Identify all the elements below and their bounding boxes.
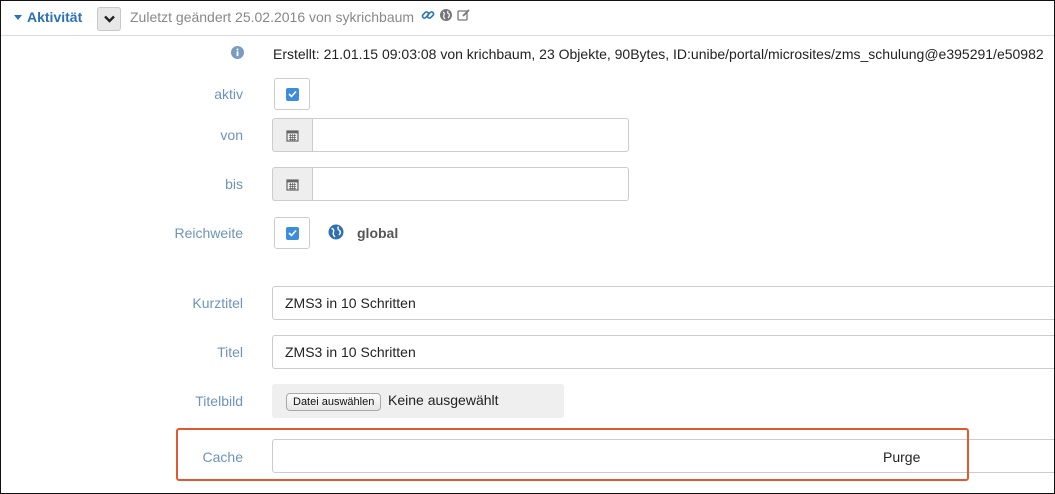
calendar-icon[interactable] [272, 118, 312, 152]
created-info-text: Erstellt: 21.01.15 09:03:08 von krichbau… [273, 46, 1044, 62]
last-changed-text: Zuletzt geändert 25.02.2016 von sykrichb… [130, 9, 415, 25]
von-date-input[interactable] [312, 118, 629, 152]
edit-icon[interactable] [457, 8, 471, 27]
globe-icon [328, 224, 344, 245]
scope-global-text: global [357, 225, 399, 241]
reichweite-label: Reichweite [174, 225, 243, 241]
calendar-icon[interactable] [272, 167, 312, 201]
globe-icon[interactable] [439, 8, 453, 27]
bis-date-group [272, 167, 629, 201]
von-date-group [272, 118, 629, 152]
titelbild-label: Titelbild [195, 393, 243, 409]
titel-label: Titel [217, 344, 243, 360]
choose-file-button[interactable]: Datei auswählen [286, 393, 382, 411]
actions-dropdown-button[interactable] [97, 7, 121, 31]
page-frame: Aktivität Zuletzt geändert 25.02.2016 vo… [0, 0, 1055, 494]
kurztitel-input[interactable] [272, 286, 1054, 320]
chevron-down-icon [103, 15, 115, 23]
bis-label: bis [225, 176, 243, 192]
von-label: von [220, 127, 243, 143]
reichweite-checkbox[interactable] [274, 217, 310, 249]
cache-field: Purge [272, 439, 1054, 473]
bis-date-input[interactable] [312, 167, 629, 201]
aktiv-label: aktiv [214, 86, 243, 102]
link-icon[interactable] [421, 8, 435, 27]
titelbild-file-field: Datei auswählen Keine ausgewählt [272, 384, 564, 418]
kurztitel-label: Kurztitel [192, 295, 243, 311]
aktiv-checkbox[interactable] [274, 78, 310, 110]
section-title: Aktivität [27, 9, 83, 25]
info-icon [231, 46, 244, 64]
cache-label: Cache [202, 449, 243, 465]
caret-down-icon [14, 14, 22, 20]
header-icons [421, 8, 471, 27]
section-toggle-aktivitaet[interactable]: Aktivität [14, 9, 82, 25]
purge-button[interactable]: Purge [883, 449, 920, 465]
check-icon [285, 226, 299, 240]
titel-input[interactable] [272, 335, 1054, 369]
check-icon [285, 87, 299, 101]
file-status-text: Keine ausgewählt [388, 392, 499, 408]
section-header: Aktivität Zuletzt geändert 25.02.2016 vo… [1, 1, 1054, 36]
